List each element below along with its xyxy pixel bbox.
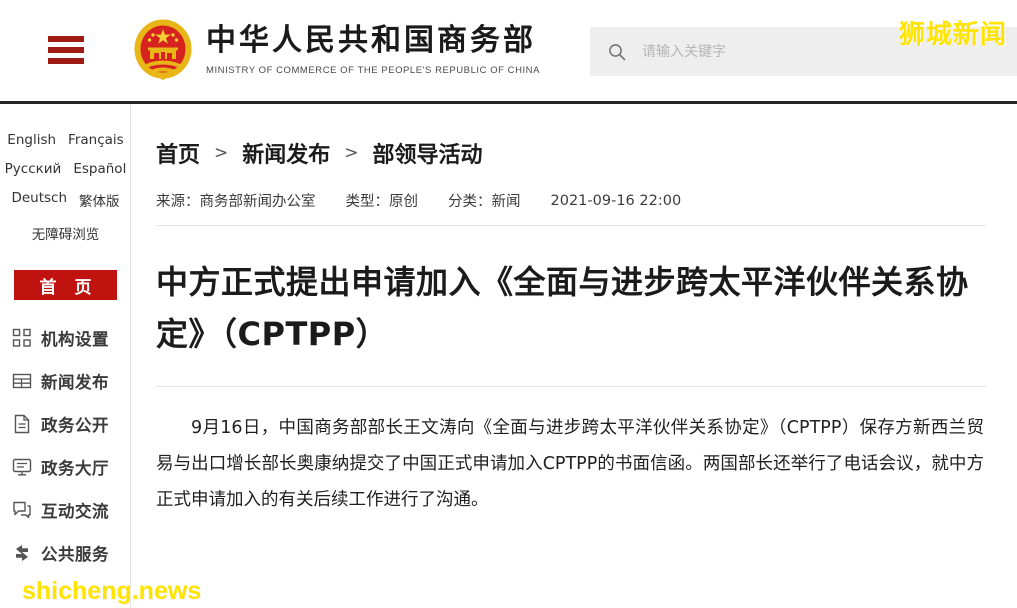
sidebar-item-interaction[interactable]: 互动交流 — [0, 488, 131, 531]
lang-link-traditional-chinese[interactable]: 繁体版 — [79, 190, 120, 210]
search-box[interactable] — [590, 27, 1017, 76]
brand-title-cn: 中华人民共和国商务部 — [206, 23, 536, 58]
chevron-right-icon: > — [214, 143, 229, 163]
meta-category: 分类：新闻 — [448, 194, 521, 210]
title-divider — [156, 386, 986, 387]
sidebar-item-label: 机构设置 — [41, 329, 109, 349]
meta-source: 来源：商务部新闻办公室 — [156, 194, 316, 210]
article-paragraph: 9月16日，中国商务部部长王文涛向《全面与进步跨太平洋伙伴关系协定》（CPTPP… — [156, 418, 984, 510]
language-row-3: Deutsch 繁体版 — [0, 190, 131, 210]
document-icon — [12, 414, 32, 434]
hamburger-bar — [48, 36, 84, 42]
page-root: 中华人民共和国商务部 MINISTRY OF COMMERCE OF THE P… — [0, 0, 1017, 608]
chat-bubble-icon — [12, 500, 32, 520]
language-row-2: Русский Español — [0, 161, 131, 177]
sidebar-item-public-service[interactable]: 公共服务 — [0, 531, 131, 574]
share-swap-icon — [12, 543, 32, 563]
search-input[interactable] — [642, 43, 942, 60]
language-switcher: English Français Русский Español Deutsch… — [0, 132, 131, 243]
hamburger-menu-icon[interactable] — [48, 36, 84, 64]
sidebar-item-home[interactable]: 首 页 — [14, 270, 117, 300]
hamburger-bar — [48, 58, 84, 64]
sidebar-item-label: 互动交流 — [41, 501, 109, 521]
sidebar-item-organization[interactable]: 机构设置 — [0, 316, 131, 359]
meta-divider — [156, 225, 986, 226]
chevron-right-icon: > — [344, 143, 359, 163]
sidebar-item-label: 政务公开 — [41, 415, 109, 435]
page-title: 中方正式提出申请加入《全面与进步跨太平洋伙伴关系协定》（CPTPP） — [156, 263, 969, 353]
sidebar-item-label: 公共服务 — [41, 544, 109, 564]
breadcrumb: 首页 > 新闻发布 > 部领导活动 — [156, 104, 985, 169]
news-list-icon — [12, 371, 32, 391]
sidebar-item-label: 新闻发布 — [41, 372, 109, 392]
sidebar-item-label: 政务大厅 — [41, 458, 109, 478]
meta-type: 类型：原创 — [345, 194, 419, 210]
lang-link-russian[interactable]: Русский — [5, 161, 62, 177]
breadcrumb-item-leader-activities[interactable]: 部领导活动 — [373, 137, 483, 169]
breadcrumb-item-home[interactable]: 首页 — [156, 137, 200, 169]
lang-link-espanol[interactable]: Español — [73, 161, 126, 177]
language-row-1: English Français — [0, 132, 131, 148]
site-header: 中华人民共和国商务部 MINISTRY OF COMMERCE OF THE P… — [0, 0, 1017, 103]
brand-title-en: MINISTRY OF COMMERCE OF THE PEOPLE'S REP… — [206, 65, 540, 76]
lang-link-deutsch[interactable]: Deutsch — [11, 190, 67, 210]
apps-grid-icon — [12, 328, 32, 348]
search-icon — [608, 43, 626, 61]
national-emblem-icon — [128, 18, 198, 86]
hamburger-bar — [48, 47, 84, 53]
article-meta: 来源：商务部新闻办公室 类型：原创 分类：新闻 2021-09-16 22:00 — [156, 190, 985, 211]
sidebar-item-news[interactable]: 新闻发布 — [0, 359, 131, 402]
monitor-icon — [12, 457, 32, 477]
sidebar-nav: 首 页 机构设置 新闻发布 政务公开 政务大厅 互动交流 公共服务 — [0, 270, 131, 574]
sidebar-item-service-hall[interactable]: 政务大厅 — [0, 445, 131, 488]
sidebar: English Français Русский Español Deutsch… — [0, 104, 131, 608]
lang-link-francais[interactable]: Français — [68, 132, 124, 148]
sidebar-item-government-affairs[interactable]: 政务公开 — [0, 402, 131, 445]
lang-link-english[interactable]: English — [7, 132, 56, 148]
meta-datetime: 2021-09-16 22:00 — [550, 192, 682, 209]
accessibility-link[interactable]: 无障碍浏览 — [0, 223, 131, 243]
site-brand[interactable]: 中华人民共和国商务部 MINISTRY OF COMMERCE OF THE P… — [206, 22, 540, 76]
breadcrumb-item-news[interactable]: 新闻发布 — [242, 137, 330, 169]
main-content: 首页 > 新闻发布 > 部领导活动 来源：商务部新闻办公室 类型：原创 分类：新… — [132, 104, 1017, 608]
